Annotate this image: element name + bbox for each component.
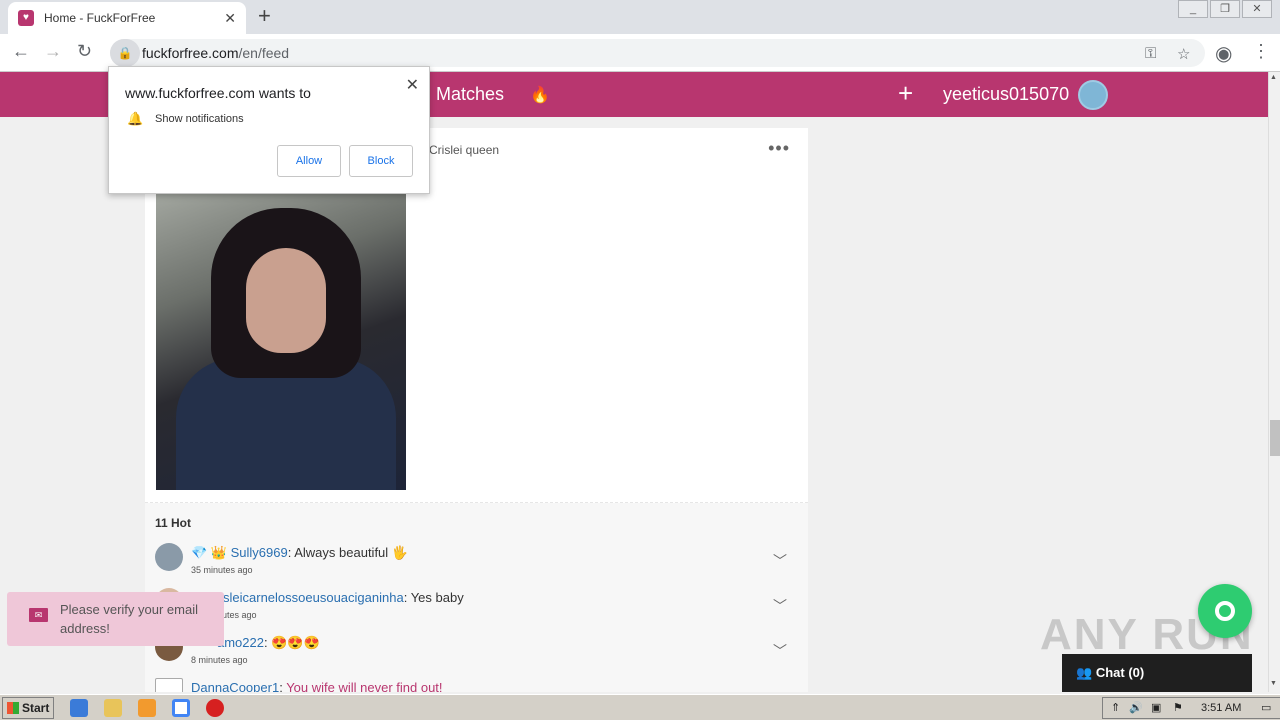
star-icon[interactable]: ☆ bbox=[1177, 45, 1190, 63]
photo-figure-face bbox=[246, 248, 326, 353]
comment-sep: : bbox=[403, 590, 411, 605]
comment-item: DannaCooper1: You wife will never find o… bbox=[155, 678, 795, 692]
close-icon[interactable]: ✕ bbox=[406, 75, 419, 95]
start-label: Start bbox=[22, 701, 50, 715]
comment-text: Always beautiful 🖐 bbox=[294, 545, 408, 560]
post-photo[interactable] bbox=[156, 193, 406, 490]
comment-user[interactable]: sleicarnelossoeusouaciganinha bbox=[223, 590, 404, 605]
more-options-icon[interactable]: ••• bbox=[768, 138, 790, 159]
hot-count: 11 Hot bbox=[155, 516, 192, 530]
bell-icon: 🔔 bbox=[127, 111, 144, 126]
lock-icon[interactable]: 🔒 bbox=[110, 39, 140, 67]
add-icon[interactable]: + bbox=[898, 80, 913, 106]
comment-user[interactable]: Sully6969 bbox=[231, 545, 288, 560]
block-button[interactable]: Block bbox=[349, 145, 413, 177]
user-avatar[interactable] bbox=[1078, 80, 1108, 110]
comment-time: 8 minutes ago bbox=[191, 655, 248, 665]
comment-item: sleicarnelossoeusouaciganinha: Yes baby … bbox=[155, 588, 795, 630]
tab-title: Home - FuckForFree bbox=[44, 11, 156, 25]
chevron-down-icon[interactable]: ﹀ bbox=[773, 551, 787, 571]
chrome-icon[interactable] bbox=[172, 699, 190, 717]
scroll-down-icon[interactable]: ▼ bbox=[1270, 680, 1277, 687]
key-icon[interactable]: ⚿ bbox=[1145, 45, 1156, 62]
popup-title: www.fuckforfree.com wants to bbox=[125, 85, 311, 101]
taskbar: Start ⇑ 🔊 ▣ ⚑ 3:51 AM ▭ bbox=[0, 694, 1280, 720]
volume-icon[interactable]: 🔊 bbox=[1129, 701, 1143, 714]
chat-count: Chat (0) bbox=[1095, 665, 1145, 680]
feed-post: Crislei queen ••• 11 Hot 💎 👑 Sully6969: … bbox=[145, 128, 808, 692]
minimize-icon[interactable]: _ bbox=[1178, 0, 1208, 18]
scroll-up-icon[interactable]: ▲ bbox=[1270, 74, 1277, 81]
chat-bar[interactable]: 👥 Chat (0) bbox=[1062, 654, 1252, 692]
close-window-icon[interactable]: ✕ bbox=[1242, 0, 1272, 18]
comment-item: 💎 👑 Sully6969: Always beautiful 🖐 35 min… bbox=[155, 543, 795, 585]
toast-message: Please verify your email address! bbox=[60, 602, 198, 636]
new-tab-button[interactable]: + bbox=[258, 4, 271, 28]
comment-badges: 💎 👑 bbox=[191, 545, 231, 560]
network-icon[interactable]: ▣ bbox=[1151, 701, 1161, 714]
url-text: fuckforfree.com/en/feed bbox=[142, 45, 289, 61]
notification-permission-popup: www.fuckforfree.com wants to ✕ 🔔 Show no… bbox=[108, 66, 430, 194]
page-scrollbar[interactable]: ▲ ▼ bbox=[1268, 72, 1280, 692]
tab-strip: ♥ Home - FuckForFree ✕ + _ ❐ ✕ bbox=[0, 0, 1280, 34]
users-icon: 👥 bbox=[1076, 665, 1096, 680]
poster-name[interactable]: Crislei queen bbox=[429, 143, 499, 157]
folder-icon[interactable] bbox=[104, 699, 122, 717]
comment-text: Yes baby bbox=[410, 590, 464, 605]
comment-line: 💎 👑 Sully6969: Always beautiful 🖐 bbox=[191, 545, 408, 561]
comment-avatar[interactable] bbox=[155, 543, 183, 571]
comment-line: sleicarnelossoeusouaciganinha: Yes baby bbox=[223, 590, 464, 605]
site-favicon-icon: ♥ bbox=[18, 10, 34, 26]
comment-item: amo222: 😍😍😍 8 minutes ago ﹀ bbox=[155, 633, 795, 675]
location-fab-button[interactable] bbox=[1198, 584, 1252, 638]
comment-user[interactable]: DannaCooper1 bbox=[191, 680, 279, 692]
comment-line: DannaCooper1: You wife will never find o… bbox=[191, 680, 443, 692]
comment-text: You wife will never find out! bbox=[286, 680, 443, 692]
fire-icon[interactable]: 🔥 bbox=[530, 85, 550, 105]
start-button[interactable]: Start bbox=[2, 697, 54, 719]
profile-icon[interactable]: ◉ bbox=[1215, 41, 1232, 66]
address-bar[interactable]: 🔒 fuckforfree.com/en/feed ⚿ ☆ bbox=[110, 39, 1205, 67]
broken-image-icon[interactable] bbox=[155, 678, 183, 692]
reload-icon[interactable]: ↻ bbox=[77, 41, 92, 62]
tab-close-icon[interactable]: ✕ bbox=[224, 10, 236, 27]
permission-label: Show notifications bbox=[155, 113, 244, 125]
allow-button[interactable]: Allow bbox=[277, 145, 341, 177]
menu-dots-icon[interactable]: ⋮ bbox=[1252, 41, 1270, 62]
back-arrow-icon[interactable]: ← bbox=[12, 41, 30, 62]
comment-text: 😍😍😍 bbox=[271, 635, 320, 650]
target-icon bbox=[1215, 601, 1235, 621]
username-link[interactable]: yeeticus015070 bbox=[943, 84, 1069, 105]
forward-arrow-icon[interactable]: → bbox=[44, 41, 62, 62]
url-domain: fuckforfree.com bbox=[142, 45, 239, 61]
ie-icon[interactable] bbox=[70, 699, 88, 717]
envelope-icon: ✉ bbox=[29, 608, 48, 622]
media-player-icon[interactable] bbox=[138, 699, 156, 717]
comment-line: amo222: 😍😍😍 bbox=[217, 635, 320, 651]
comment-time: 35 minutes ago bbox=[191, 565, 253, 575]
clock: 3:51 AM bbox=[1201, 702, 1242, 714]
tray-arrow-icon[interactable]: ⇑ bbox=[1111, 701, 1120, 714]
show-desktop-icon[interactable]: ▭ bbox=[1261, 701, 1271, 714]
nav-matches[interactable]: Matches bbox=[436, 84, 504, 105]
system-tray: ⇑ 🔊 ▣ ⚑ 3:51 AM ▭ bbox=[1102, 697, 1280, 719]
opera-icon[interactable] bbox=[206, 699, 224, 717]
chevron-down-icon[interactable]: ﹀ bbox=[773, 596, 787, 616]
comment-user[interactable]: amo222 bbox=[217, 635, 264, 650]
chevron-down-icon[interactable]: ﹀ bbox=[773, 641, 787, 661]
scroll-thumb[interactable] bbox=[1270, 420, 1280, 456]
chat-label: 👥 Chat (0) bbox=[1076, 665, 1144, 681]
url-path: /en/feed bbox=[238, 45, 290, 61]
verify-email-toast[interactable]: ✉ Please verify your email address! bbox=[7, 592, 224, 646]
window-controls: _ ❐ ✕ bbox=[1176, 0, 1272, 18]
flag-icon[interactable]: ⚑ bbox=[1173, 701, 1183, 714]
windows-flag-icon bbox=[7, 702, 19, 714]
comments-section: 11 Hot 💎 👑 Sully6969: Always beautiful 🖐… bbox=[145, 503, 808, 692]
browser-tab[interactable]: ♥ Home - FuckForFree ✕ bbox=[8, 2, 246, 34]
restore-icon[interactable]: ❐ bbox=[1210, 0, 1240, 18]
